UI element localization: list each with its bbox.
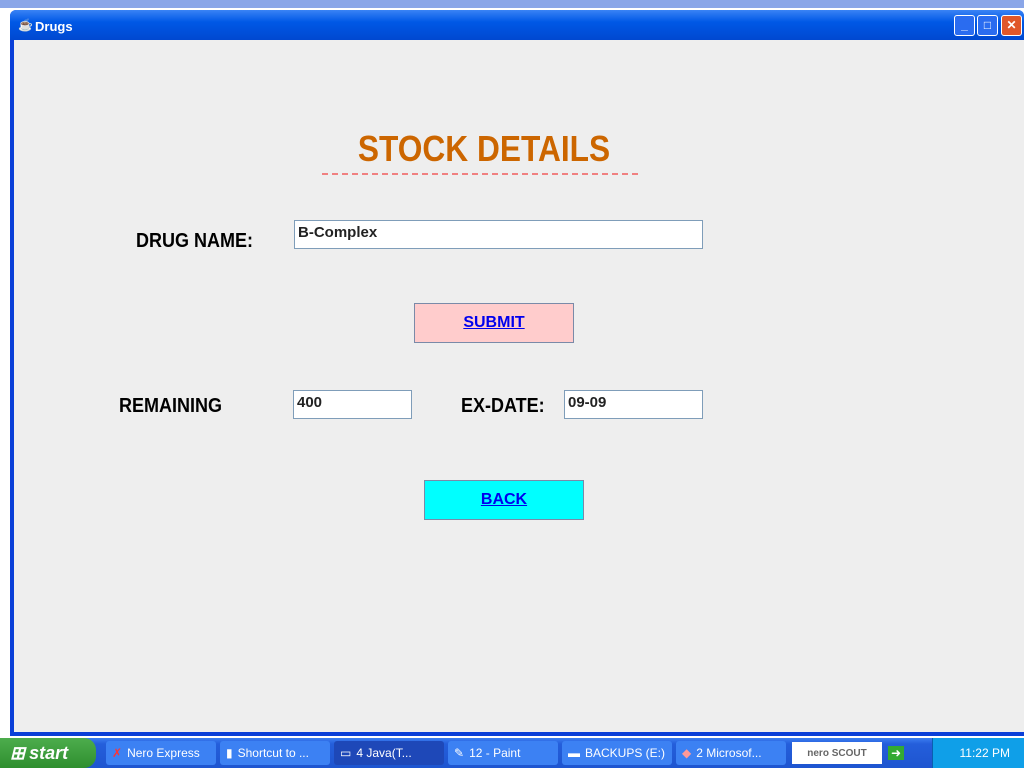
remaining-label: REMAINING <box>119 395 223 417</box>
minimize-button[interactable]: _ <box>954 15 975 36</box>
task-microsoft[interactable]: ◆ 2 Microsof... <box>676 741 786 765</box>
task-shortcut[interactable]: ▮ Shortcut to ... <box>220 741 330 765</box>
drive-icon: ▬ <box>568 746 580 760</box>
taskbar: ⊞ start ✗ Nero Express ▮ Shortcut to ... ▭ 4… <box>0 738 1024 768</box>
task-java[interactable]: ▭ 4 Java(T... <box>334 741 444 765</box>
window-icon: ▭ <box>340 746 352 760</box>
remaining-input[interactable]: 400 <box>293 390 412 419</box>
drug-name-input[interactable]: B-Complex <box>294 220 703 249</box>
nero-scout-toolbar[interactable]: nero SCOUT <box>792 742 882 764</box>
drugs-window: ☕ Drugs _ □ ✕ STOCK DETAILS DRUG NAME: B… <box>10 10 1024 736</box>
shortcut-icon: ▮ <box>226 746 233 760</box>
nero-icon: ✗ <box>112 746 123 760</box>
title-bar[interactable]: ☕ Drugs _ □ ✕ <box>10 10 1024 40</box>
close-button[interactable]: ✕ <box>1001 15 1022 36</box>
form-panel: STOCK DETAILS DRUG NAME: B-Complex SUBMI… <box>14 40 1024 732</box>
window-title: Drugs <box>35 19 73 34</box>
task-backups[interactable]: ▬ BACKUPS (E:) <box>562 741 672 765</box>
task-nero-express[interactable]: ✗ Nero Express <box>106 741 216 765</box>
windows-logo-icon: ⊞ <box>10 742 26 763</box>
page-title: STOCK DETAILS <box>357 128 611 169</box>
maximize-button[interactable]: □ <box>977 15 998 36</box>
drug-name-label: DRUG NAME: <box>136 230 253 252</box>
title-underline <box>322 173 638 175</box>
arrow-right-icon[interactable]: ➜ <box>888 746 905 760</box>
exdate-label: EX-DATE: <box>461 395 545 417</box>
task-paint[interactable]: ✎ 12 - Paint <box>448 741 558 765</box>
java-cup-icon: ☕ <box>18 18 33 32</box>
acrobat-icon: ◆ <box>682 746 692 760</box>
system-tray: 11:22 PM <box>932 738 1024 768</box>
back-button[interactable]: BACK <box>424 480 584 520</box>
clock: 11:22 PM <box>959 746 1010 760</box>
exdate-input[interactable]: 09-09 <box>564 390 703 419</box>
start-button[interactable]: ⊞ start <box>0 738 96 768</box>
paint-icon: ✎ <box>454 746 465 760</box>
submit-button[interactable]: SUBMIT <box>414 303 574 343</box>
